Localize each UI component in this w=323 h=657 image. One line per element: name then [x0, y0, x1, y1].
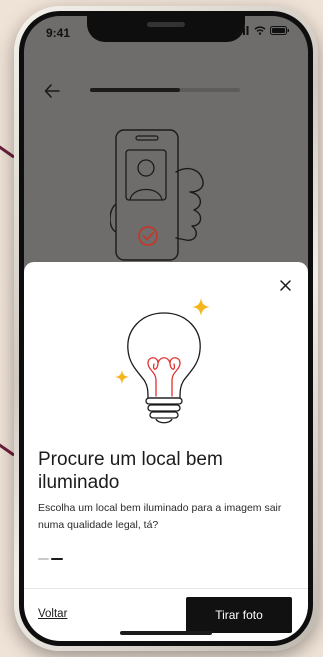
signal-icon	[236, 26, 249, 35]
check-circle-icon	[138, 226, 158, 246]
close-icon	[279, 279, 291, 291]
decorative-line-top	[0, 144, 16, 159]
progress-fill	[90, 88, 180, 92]
decorative-line-bottom	[0, 442, 16, 457]
sheet-title: Procure um local bem iluminado	[38, 449, 223, 493]
phone-screen: 9:41 Procure um local bem iluminado Esco…	[24, 16, 308, 641]
speaker	[147, 22, 185, 27]
sparkle-icon	[115, 370, 129, 384]
progress-bar	[90, 88, 240, 92]
take-photo-button[interactable]: Tirar foto	[186, 597, 292, 633]
lightbulb-icon	[115, 298, 210, 424]
wifi-icon	[254, 26, 266, 35]
pagination-indicator	[38, 558, 63, 560]
sparkle-icon	[192, 298, 210, 316]
footer-divider	[24, 588, 308, 589]
sheet-description: Escolha um local bem iluminado para a im…	[38, 502, 282, 531]
bottom-sheet: Procure um local bem iluminado Escolha u…	[24, 262, 308, 641]
pagination-dot-active	[51, 558, 63, 560]
status-icons	[236, 26, 290, 35]
notch	[87, 16, 245, 42]
phone-frame: 9:41 Procure um local bem iluminado Esco…	[14, 6, 318, 651]
status-bar: 9:41	[24, 16, 308, 52]
back-link[interactable]: Voltar	[38, 608, 67, 620]
back-arrow-icon[interactable]	[44, 84, 60, 98]
battery-icon	[270, 26, 289, 35]
phone-selfie-illustration	[110, 129, 204, 261]
status-time: 9:41	[46, 26, 71, 40]
close-button[interactable]	[274, 274, 296, 296]
home-indicator	[120, 631, 212, 635]
pagination-dot	[38, 558, 49, 560]
